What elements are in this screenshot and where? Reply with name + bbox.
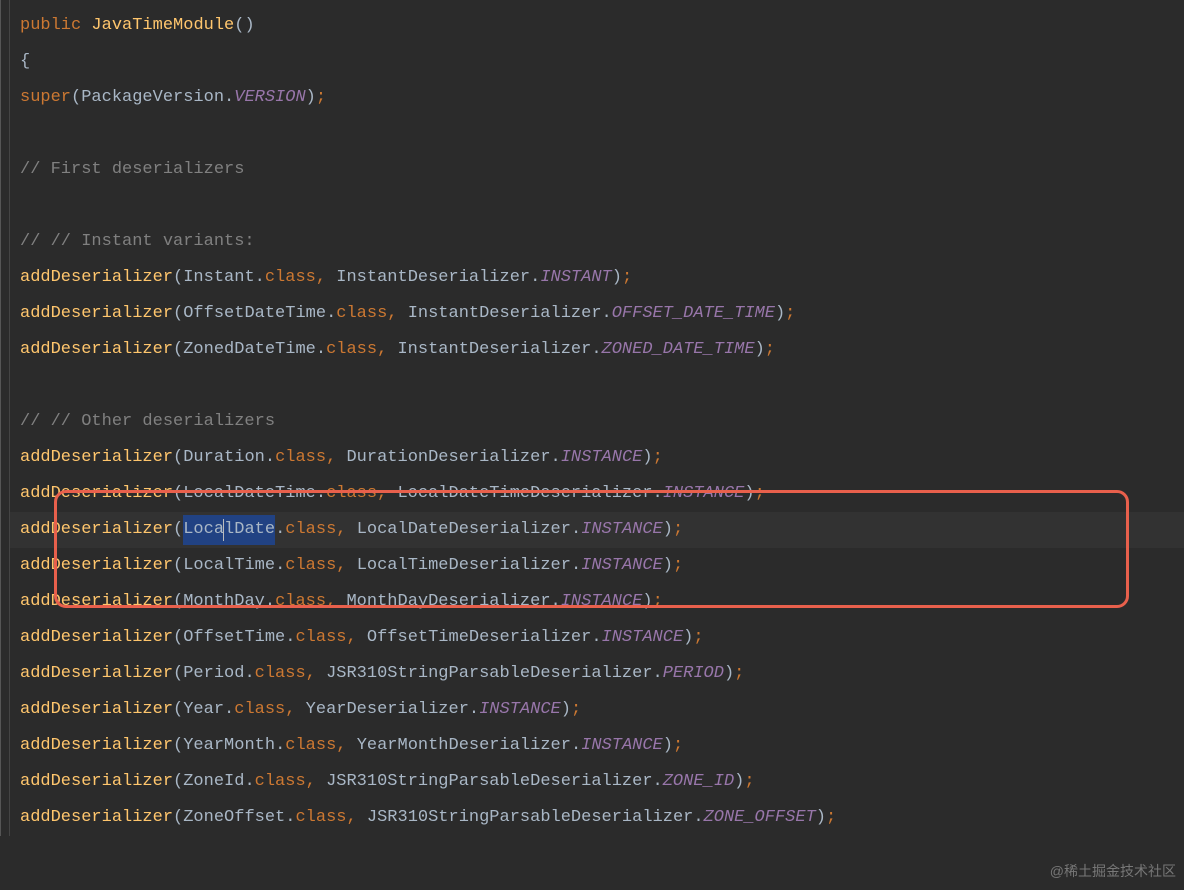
selection: Loca — [183, 515, 224, 546]
code-line: addDeserializer(LocalDateTime.class, Loc… — [0, 476, 1184, 512]
code-line: addDeserializer(Instant.class, InstantDe… — [0, 260, 1184, 296]
code-line-comment: // First deserializers — [0, 152, 1184, 188]
keyword-public: public — [20, 11, 81, 42]
code-line: addDeserializer(Year.class, YearDeserial… — [0, 692, 1184, 728]
code-line: { — [0, 44, 1184, 80]
code-line: addDeserializer(OffsetTime.class, Offset… — [0, 620, 1184, 656]
code-line: addDeserializer(OffsetDateTime.class, In… — [0, 296, 1184, 332]
blank-line — [0, 188, 1184, 224]
code-line-comment: // // Instant variants: — [0, 224, 1184, 260]
code-line: addDeserializer(YearMonth.class, YearMon… — [0, 728, 1184, 764]
method-name: JavaTimeModule — [91, 11, 234, 42]
code-line: addDeserializer(ZoneId.class, JSR310Stri… — [0, 764, 1184, 800]
code-line: addDeserializer(Period.class, JSR310Stri… — [0, 656, 1184, 692]
code-line: addDeserializer(LocalTime.class, LocalTi… — [0, 548, 1184, 584]
code-line: addDeserializer(ZonedDateTime.class, Ins… — [0, 332, 1184, 368]
code-line: public JavaTimeModule() — [0, 8, 1184, 44]
code-line: addDeserializer(ZoneOffset.class, JSR310… — [0, 800, 1184, 836]
editor-gutter — [0, 0, 10, 836]
code-line: addDeserializer(Duration.class, Duration… — [0, 440, 1184, 476]
watermark: @稀土掘金技术社区 — [1050, 859, 1176, 884]
code-line-comment: // // Other deserializers — [0, 404, 1184, 440]
code-line: addDeserializer(MonthDay.class, MonthDay… — [0, 584, 1184, 620]
code-line-cursor: addDeserializer(LocalDate.class, LocalDa… — [0, 512, 1184, 548]
blank-line — [0, 368, 1184, 404]
blank-line — [0, 116, 1184, 152]
code-editor[interactable]: public JavaTimeModule() { super(PackageV… — [0, 0, 1184, 836]
code-line: super(PackageVersion.VERSION); — [0, 80, 1184, 116]
